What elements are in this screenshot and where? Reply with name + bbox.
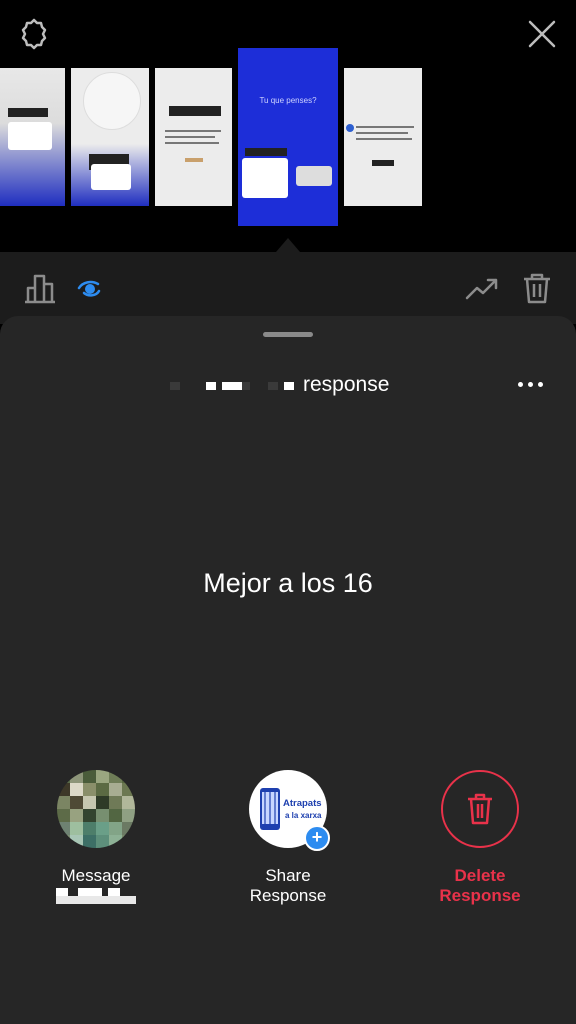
avatar-mosaic xyxy=(57,770,135,848)
delete-label-line2: Response xyxy=(439,886,521,905)
story-thumbnail[interactable] xyxy=(0,68,65,206)
message-action[interactable]: Message xyxy=(21,770,171,904)
delete-response-button[interactable] xyxy=(441,770,519,848)
avatar[interactable] xyxy=(57,770,135,848)
share-label-line2: Response xyxy=(249,886,327,905)
trash-icon xyxy=(524,273,550,304)
more-icon xyxy=(518,382,523,387)
redacted-recipient xyxy=(56,888,136,904)
trash-icon xyxy=(468,793,492,825)
svg-text:Atrapats: Atrapats xyxy=(283,798,322,809)
response-text: Mejor a los 16 xyxy=(203,568,373,598)
more-options-button[interactable] xyxy=(514,372,548,396)
story-thumbnail[interactable] xyxy=(344,68,422,206)
delete-label-line1: Delete xyxy=(454,866,506,885)
story-thumbnail-strip: Tu que penses? xyxy=(0,48,576,228)
promote-button[interactable] xyxy=(464,270,500,306)
share-response-action[interactable]: Atrapats a la xarxa + Share Response xyxy=(213,770,363,906)
sheet-title: response xyxy=(303,373,390,396)
insights-button[interactable] xyxy=(22,270,58,306)
share-response-button[interactable]: Atrapats a la xarxa + xyxy=(249,770,330,851)
share-label-line1: Share xyxy=(265,866,311,885)
active-story-pointer xyxy=(276,238,300,252)
sheet-drag-handle[interactable] xyxy=(263,332,313,337)
viewers-button[interactable] xyxy=(74,270,110,306)
redacted-username xyxy=(170,378,296,394)
story-action-row xyxy=(0,252,576,324)
story-caption: Tu que penses? xyxy=(259,96,317,105)
bar-chart-icon xyxy=(25,274,55,304)
story-thumbnail-active[interactable]: Tu que penses? xyxy=(238,48,338,226)
story-thumbnail[interactable] xyxy=(71,68,149,206)
story-thumbnail[interactable] xyxy=(155,68,232,206)
message-label: Message xyxy=(61,866,131,885)
delete-response-action[interactable]: Delete Response xyxy=(405,770,555,906)
plus-icon: + xyxy=(304,825,330,851)
trending-up-icon xyxy=(465,278,498,300)
svg-text:a la xarxa: a la xarxa xyxy=(285,811,322,820)
sheet-header: response xyxy=(0,368,576,404)
response-sheet: response Mejor a los 16 Message Atrapats… xyxy=(0,316,576,1024)
delete-story-button[interactable] xyxy=(519,270,555,306)
eye-icon xyxy=(77,280,101,297)
